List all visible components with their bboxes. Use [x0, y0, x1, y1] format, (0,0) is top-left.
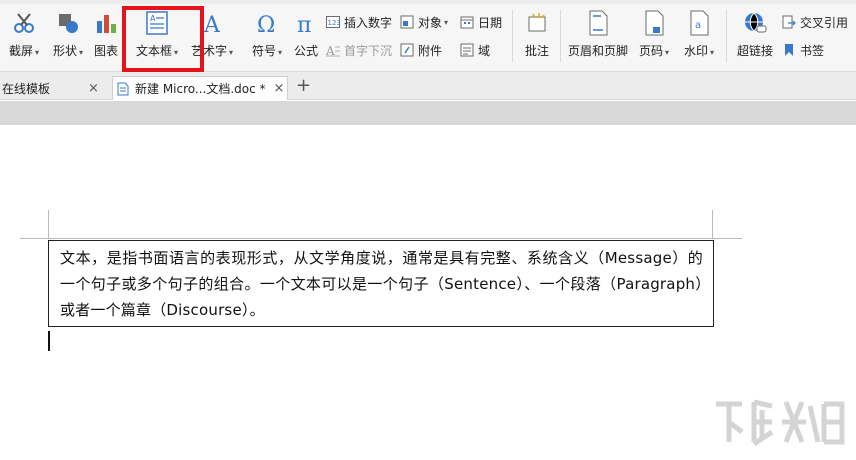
bookmark-label: 书签	[800, 43, 825, 58]
chevron-down-icon: ▾	[79, 48, 84, 57]
header-footer-label: 页眉和页脚	[567, 44, 628, 58]
textbox-paragraph: 文本，是指书面语言的表现形式，从文学角度说，通常是具有完整、系统含义（Messa…	[60, 249, 703, 319]
drop-cap-label: 首字下沉	[344, 43, 393, 58]
chevron-down-icon: ▾	[444, 17, 449, 27]
formula-label: 公式	[293, 44, 318, 58]
chevron-down-icon: ▾	[665, 48, 670, 57]
screenshot-button[interactable]: 截屏 ▾	[4, 10, 44, 64]
attachment-button[interactable]: 附件	[400, 40, 442, 60]
margin-guide-left	[48, 210, 49, 238]
add-tab-button[interactable]: +	[296, 76, 311, 96]
site-watermark-logo	[710, 392, 850, 454]
svg-text:a: a	[695, 20, 701, 31]
page-number-label: 页码	[638, 44, 663, 58]
object-icon	[400, 15, 414, 29]
svg-text:π: π	[297, 13, 311, 35]
date-button[interactable]: 日期	[460, 12, 502, 32]
svg-text:A: A	[326, 44, 335, 57]
field-label: 域	[478, 43, 491, 58]
symbol-label: 符号	[251, 44, 276, 58]
chevron-down-icon: ▾	[229, 48, 234, 57]
watermark-button[interactable]: a 水印 ▾	[680, 10, 718, 64]
date-label: 日期	[478, 15, 503, 30]
globe-link-icon	[742, 10, 768, 36]
margin-guide-horizontal	[20, 238, 742, 239]
page-separator-band	[0, 101, 856, 125]
ribbon-separator	[560, 10, 561, 62]
header-footer-icon	[585, 10, 611, 36]
chevron-down-icon: ▾	[710, 48, 715, 57]
tab-label: 新建 Micro...文档.doc *	[135, 82, 266, 96]
insert-number-label: 插入数字	[344, 15, 393, 30]
bookmark-button[interactable]: 书签	[782, 40, 824, 60]
field-button[interactable]: 域	[460, 40, 490, 60]
ribbon-toolbar: 截屏 ▾ 形状 ▾ 图表 A 文本框 ▾ A 艺术字 ▾ Ω 符号 ▾ π 公式…	[0, 0, 856, 72]
field-icon	[460, 43, 474, 57]
scissors-icon	[11, 10, 37, 36]
ribbon-top-strip	[0, 0, 856, 4]
close-icon[interactable]: ×	[88, 81, 99, 96]
formula-button[interactable]: π 公式	[290, 10, 322, 64]
hyperlink-button[interactable]: 超链接	[734, 10, 776, 64]
chevron-down-icon: ▾	[278, 48, 283, 57]
comment-label: 批注	[524, 44, 549, 58]
ribbon-separator	[512, 10, 513, 62]
insert-number-button[interactable]: 123 插入数字	[326, 12, 392, 32]
chart-label: 图表	[93, 44, 118, 58]
doc-icon	[117, 82, 129, 96]
tab-online-templates[interactable]: 在线模板 ×	[0, 76, 110, 100]
number-box-icon: 123	[326, 15, 340, 29]
chevron-down-icon: ▾	[35, 48, 40, 57]
omega-icon: Ω	[254, 10, 280, 36]
textbox-highlight-frame	[122, 6, 204, 72]
page-number-button[interactable]: 页码 ▾	[636, 10, 672, 64]
watermark-icon: a	[686, 10, 712, 36]
cross-reference-label: 交叉引用	[800, 15, 849, 30]
tab-new-document[interactable]: 新建 Micro...文档.doc * ×	[112, 76, 288, 100]
svg-text:A: A	[203, 13, 221, 35]
attachment-icon	[400, 43, 414, 57]
bar-chart-icon	[93, 10, 119, 36]
shapes-icon	[55, 10, 81, 36]
object-button[interactable]: 对象 ▾	[400, 12, 448, 32]
object-label: 对象	[418, 15, 443, 30]
svg-text:123: 123	[328, 19, 341, 27]
hyperlink-label: 超链接	[736, 44, 773, 58]
tab-label: 在线模板	[2, 81, 51, 96]
pi-icon: π	[293, 10, 319, 36]
header-footer-button[interactable]: 页眉和页脚	[566, 10, 630, 64]
symbol-button[interactable]: Ω 符号 ▾	[248, 10, 286, 64]
attachment-label: 附件	[418, 43, 443, 58]
close-icon[interactable]: ×	[274, 81, 285, 96]
shape-label: 形状	[52, 44, 77, 58]
ribbon-separator	[726, 10, 727, 62]
calendar-icon	[460, 15, 474, 29]
bookmark-icon	[782, 43, 796, 57]
cross-reference-button[interactable]: 交叉引用	[782, 12, 848, 32]
document-textbox[interactable]: 文本，是指书面语言的表现形式，从文学角度说，通常是具有完整、系统含义（Messa…	[48, 240, 714, 327]
chart-button[interactable]: 图表	[92, 10, 120, 64]
comment-icon	[524, 10, 550, 36]
margin-guide-right	[712, 210, 713, 238]
page-number-icon	[641, 10, 667, 36]
shape-button[interactable]: 形状 ▾	[48, 10, 88, 64]
drop-cap-button[interactable]: A 首字下沉	[326, 40, 392, 60]
screenshot-label: 截屏	[8, 44, 33, 58]
text-cursor	[48, 331, 50, 351]
comment-button[interactable]: 批注	[518, 10, 556, 64]
cross-reference-icon	[782, 15, 796, 29]
drop-cap-icon: A	[326, 43, 340, 57]
watermark-label: 水印	[683, 44, 708, 58]
document-tab-bar: 在线模板 × 新建 Micro...文档.doc * ×	[0, 72, 856, 100]
svg-text:Ω: Ω	[257, 13, 275, 35]
